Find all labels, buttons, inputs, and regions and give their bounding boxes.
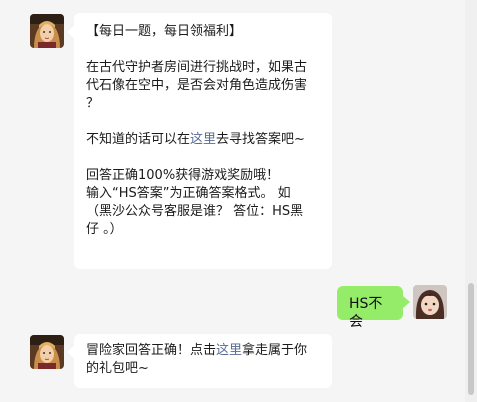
message-line: （黑沙公众号客服是谁？ 答位：HS黑 <box>86 204 304 219</box>
bot-avatar[interactable] <box>30 14 64 48</box>
bubble-tail <box>67 346 74 358</box>
message-line: 代石像在空中，是否会对角色造成伤害 <box>86 78 308 93</box>
bubble-tail <box>403 296 410 308</box>
incoming-message-bubble[interactable]: 冒险家回答正确！点击这里拿走属于你 的礼包吧~ <box>74 334 332 388</box>
message-line: 的礼包吧~ <box>86 361 149 376</box>
chat-area: 【每日一题，每日领福利】 在古代守护者房间进行挑战时，如果古 代石像在空中，是否… <box>0 0 477 402</box>
message-line: ？ <box>86 96 100 111</box>
bubble-tail <box>67 26 74 38</box>
gift-link[interactable]: 这里 <box>216 343 242 358</box>
message-text: 去寻找答案吧~ <box>216 132 305 147</box>
message-line: 输入“HS答案”为正确答案格式。 如 <box>86 186 291 201</box>
message-line: 不知道的话可以在这里去寻找答案吧~ <box>86 131 322 149</box>
answer-link[interactable]: 这里 <box>190 132 216 147</box>
message-text: 冒险家回答正确！点击 <box>86 343 217 358</box>
outgoing-message-bubble[interactable]: HS不会 <box>337 286 403 330</box>
message-text: 拿走属于你 <box>242 343 308 358</box>
message-line: 回答正确100%获得游戏奖励哦！ <box>86 168 280 183</box>
message-line: 【每日一题，每日领福利】 <box>86 24 243 39</box>
incoming-message-bubble[interactable]: 【每日一题，每日领福利】 在古代守护者房间进行挑战时，如果古 代石像在空中，是否… <box>74 13 332 269</box>
bot-avatar[interactable] <box>30 335 64 369</box>
scrollbar[interactable] <box>465 0 477 402</box>
message-text: HS不会 <box>349 296 383 330</box>
message-text: 不知道的话可以在 <box>86 132 191 147</box>
message-line: 冒险家回答正确！点击这里拿走属于你 <box>86 342 322 360</box>
message-line: 仔 。） <box>86 222 123 237</box>
user-avatar[interactable] <box>413 285 447 319</box>
scrollbar-thumb[interactable] <box>468 283 474 395</box>
message-line: 在古代守护者房间进行挑战时，如果古 <box>86 60 308 75</box>
